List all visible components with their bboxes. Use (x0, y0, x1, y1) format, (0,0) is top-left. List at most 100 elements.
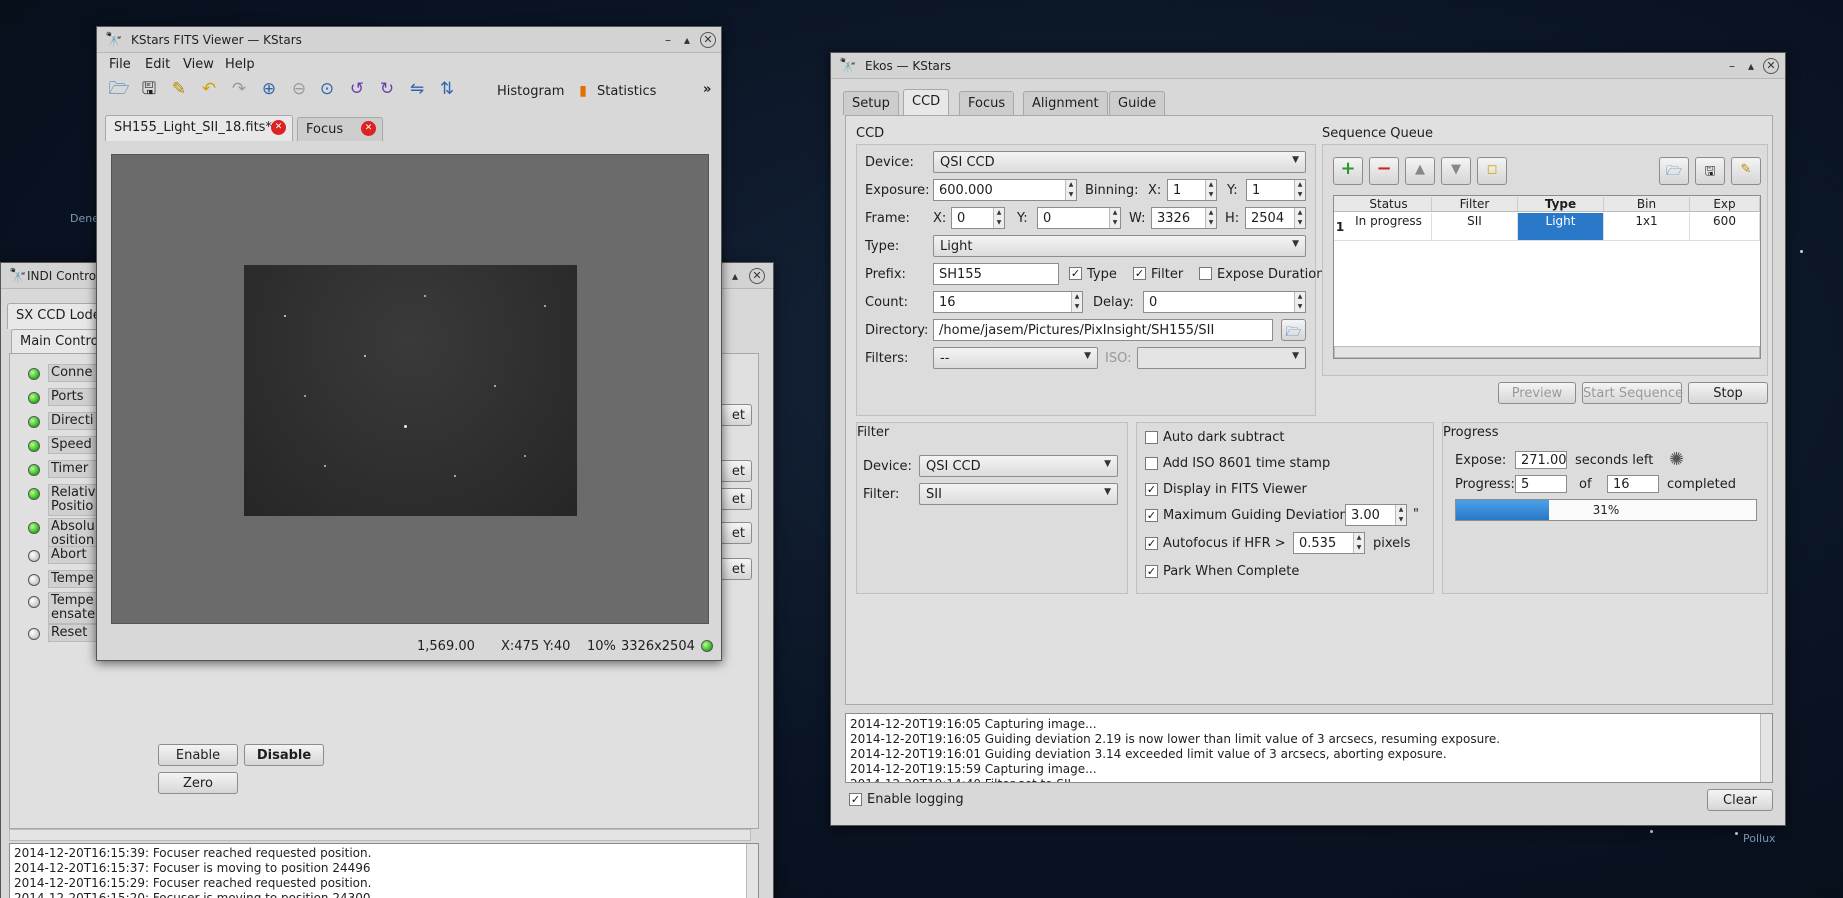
tab-guide[interactable]: Guide (1109, 91, 1166, 115)
queue-hscroll[interactable] (1334, 346, 1760, 358)
ekos-log-scrollbar[interactable] (1760, 714, 1772, 782)
disable-button[interactable]: Disable (244, 744, 324, 766)
close-tab-icon[interactable]: ✕ (271, 120, 286, 135)
fits-image-area[interactable] (111, 154, 709, 624)
tab-ccd[interactable]: CCD (903, 89, 950, 115)
auto-dark-checkbox[interactable] (1145, 431, 1158, 444)
move-down-button[interactable]: ▼ (1441, 157, 1471, 185)
save-queue-as-button[interactable]: ✎ (1731, 157, 1761, 185)
filter-filter-select[interactable]: SII ▼ (919, 483, 1118, 505)
spin-arrows-icon[interactable]: ▲ ▼ (1109, 208, 1120, 228)
iso-stamp-checkbox[interactable] (1145, 457, 1158, 470)
spin-arrows-icon[interactable]: ▲ ▼ (1205, 180, 1216, 200)
max-guiding-checkbox[interactable]: ✓ (1145, 509, 1158, 522)
minimize-icon[interactable]: – (660, 32, 676, 48)
minimize-icon[interactable]: ▴ (727, 268, 743, 284)
tab-alignment[interactable]: Alignment (1023, 91, 1108, 115)
directory-input[interactable]: /home/jasem/Pictures/PixInsight/SH155/SI… (933, 319, 1273, 341)
toolbar-overflow-button[interactable]: » (703, 82, 711, 97)
tab-fits-image[interactable]: SH155_Light_SII_18.fits* ✕ (105, 115, 293, 141)
frame-x-spinbox[interactable]: 0 ▲ ▼ (951, 207, 1005, 229)
menu-view[interactable]: View (183, 57, 214, 72)
rotate-ccw-icon[interactable]: ↺ (345, 77, 369, 101)
statistics-button[interactable]: Statistics (597, 84, 656, 99)
bin-y-spinbox[interactable]: 1 ▲ ▼ (1246, 179, 1306, 201)
add-job-button[interactable]: + (1333, 157, 1363, 185)
menu-edit[interactable]: Edit (145, 57, 170, 72)
spin-arrows-icon[interactable]: ▲ ▼ (1065, 180, 1076, 200)
column-header[interactable]: Filter (1432, 197, 1518, 211)
frame-h-spinbox[interactable]: 2504 ▲ ▼ (1245, 207, 1306, 229)
enable-button[interactable]: Enable (158, 744, 238, 766)
spin-arrows-icon[interactable]: ▲ ▼ (993, 208, 1004, 228)
column-header[interactable]: Bin (1604, 197, 1690, 211)
flip-horizontal-icon[interactable]: ⇋ (405, 77, 429, 101)
preview-button[interactable]: Preview (1498, 382, 1576, 404)
expose-duration-checkbox[interactable] (1199, 267, 1212, 280)
filter-checkbox[interactable]: ✓ (1133, 267, 1146, 280)
browse-directory-button[interactable]: 🗁 (1281, 319, 1306, 341)
zoom-out-icon[interactable]: ⊖ (287, 77, 311, 101)
column-header[interactable]: Exp (1690, 197, 1760, 211)
display-fits-checkbox[interactable]: ✓ (1145, 483, 1158, 496)
menu-file[interactable]: File (109, 57, 131, 72)
tab-sx-ccd[interactable]: SX CCD Lode (7, 303, 110, 329)
close-icon[interactable]: ✕ (700, 32, 716, 48)
exposure-spinbox[interactable]: 600.000 ▲ ▼ (933, 179, 1077, 201)
spin-arrows-icon[interactable]: ▲ ▼ (1294, 180, 1305, 200)
spin-arrows-icon[interactable]: ▲ ▼ (1294, 292, 1305, 312)
column-header[interactable]: Type (1518, 197, 1604, 211)
frame-type-select[interactable]: Light ▼ (933, 235, 1306, 257)
spin-arrows-icon[interactable]: ▲ ▼ (1205, 208, 1216, 228)
autofocus-spinbox[interactable]: 0.535 ▲ ▼ (1293, 532, 1365, 554)
prefix-input[interactable]: SH155 (933, 263, 1059, 285)
indi-hscroll[interactable] (9, 829, 751, 841)
spin-arrows-icon[interactable]: ▲ ▼ (1071, 292, 1082, 312)
rotate-cw-icon[interactable]: ↻ (375, 77, 399, 101)
zoom-default-icon[interactable]: ⊙ (315, 77, 339, 101)
max-guiding-spinbox[interactable]: 3.00 ▲ ▼ (1345, 504, 1407, 526)
flip-vertical-icon[interactable]: ⇅ (435, 77, 459, 101)
stop-button[interactable]: Stop (1688, 382, 1768, 404)
column-header[interactable]: Status (1346, 197, 1432, 211)
delay-spinbox[interactable]: 0 ▲ ▼ (1143, 291, 1306, 313)
minimize-icon[interactable]: – (1724, 58, 1740, 74)
open-icon[interactable]: 🗁 (107, 77, 131, 101)
close-icon[interactable]: ✕ (1763, 58, 1779, 74)
zero-button[interactable]: Zero (158, 772, 238, 794)
frame-y-spinbox[interactable]: 0 ▲ ▼ (1037, 207, 1121, 229)
filters-select[interactable]: -- ▼ (933, 347, 1098, 369)
open-queue-button[interactable]: 🗁 (1659, 157, 1689, 185)
reset-status-button[interactable]: ◻ (1477, 157, 1507, 185)
start-sequence-button[interactable]: Start Sequence (1582, 382, 1683, 404)
menu-help[interactable]: Help (225, 57, 255, 72)
save-as-icon[interactable]: ✎ (167, 77, 191, 101)
tab-focus[interactable]: Focus ✕ (297, 117, 383, 141)
spin-arrows-icon[interactable]: ▲ ▼ (1294, 208, 1305, 228)
spin-arrows-icon[interactable]: ▲ ▼ (1353, 533, 1364, 553)
close-icon[interactable]: ✕ (749, 268, 765, 284)
count-spinbox[interactable]: 16 ▲ ▼ (933, 291, 1083, 313)
remove-job-button[interactable]: − (1369, 157, 1399, 185)
histogram-button[interactable]: Histogram (497, 84, 564, 99)
type-checkbox[interactable]: ✓ (1069, 267, 1082, 280)
undo-icon[interactable]: ↶ (197, 77, 221, 101)
save-icon[interactable]: 🖫 (137, 77, 161, 101)
table-row[interactable]: 1 In progress SII Light 1x1 600 (1334, 213, 1760, 241)
save-queue-button[interactable]: 🖫 (1695, 157, 1725, 185)
ccd-device-select[interactable]: QSI CCD ▼ (933, 151, 1306, 173)
autofocus-checkbox[interactable]: ✓ (1145, 537, 1158, 550)
maximize-icon[interactable]: ▴ (1743, 58, 1759, 74)
move-up-button[interactable]: ▲ (1405, 157, 1435, 185)
spin-arrows-icon[interactable]: ▲ ▼ (1395, 505, 1406, 525)
clear-log-button[interactable]: Clear (1707, 789, 1773, 811)
indi-log-scrollbar[interactable] (746, 844, 758, 898)
close-tab-icon[interactable]: ✕ (361, 121, 376, 136)
tab-setup[interactable]: Setup (843, 91, 899, 115)
frame-w-spinbox[interactable]: 3326 ▲ ▼ (1151, 207, 1217, 229)
bin-x-spinbox[interactable]: 1 ▲ ▼ (1167, 179, 1217, 201)
tab-focus[interactable]: Focus (959, 91, 1015, 115)
enable-logging-checkbox[interactable]: ✓ (849, 793, 862, 806)
zoom-in-icon[interactable]: ⊕ (257, 77, 281, 101)
filter-device-select[interactable]: QSI CCD ▼ (919, 455, 1118, 477)
